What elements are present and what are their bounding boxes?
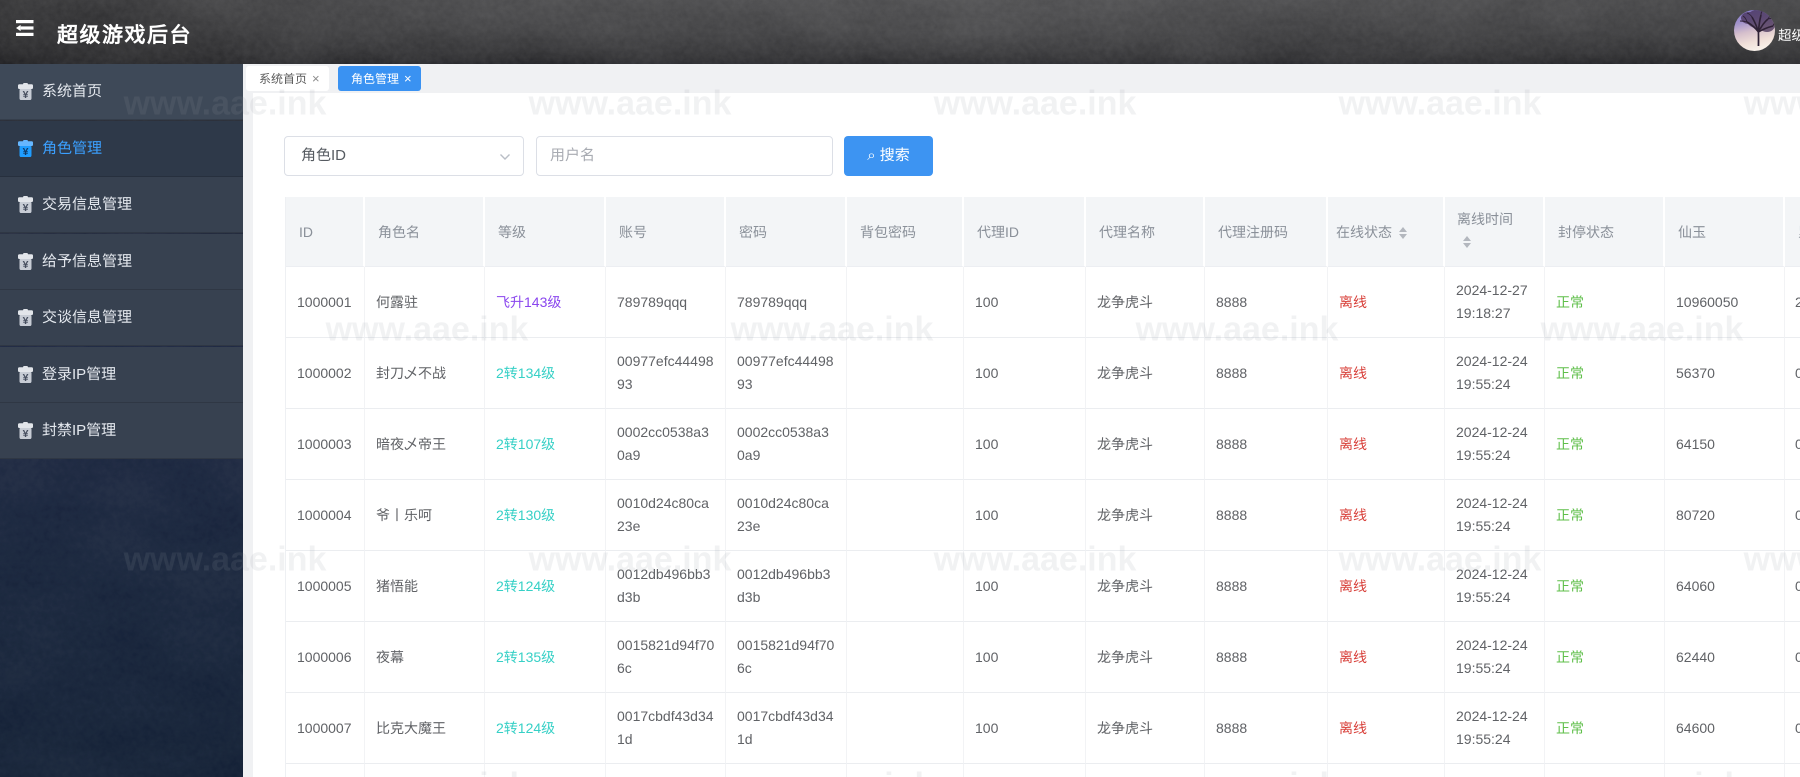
- svg-text:¥: ¥: [23, 89, 29, 101]
- svg-text:¥: ¥: [23, 315, 29, 327]
- svg-text:¥: ¥: [23, 259, 29, 271]
- svg-text:¥: ¥: [23, 202, 29, 214]
- svg-text:¥: ¥: [23, 372, 29, 384]
- svg-text:¥: ¥: [23, 428, 29, 440]
- svg-text:¥: ¥: [23, 146, 29, 158]
